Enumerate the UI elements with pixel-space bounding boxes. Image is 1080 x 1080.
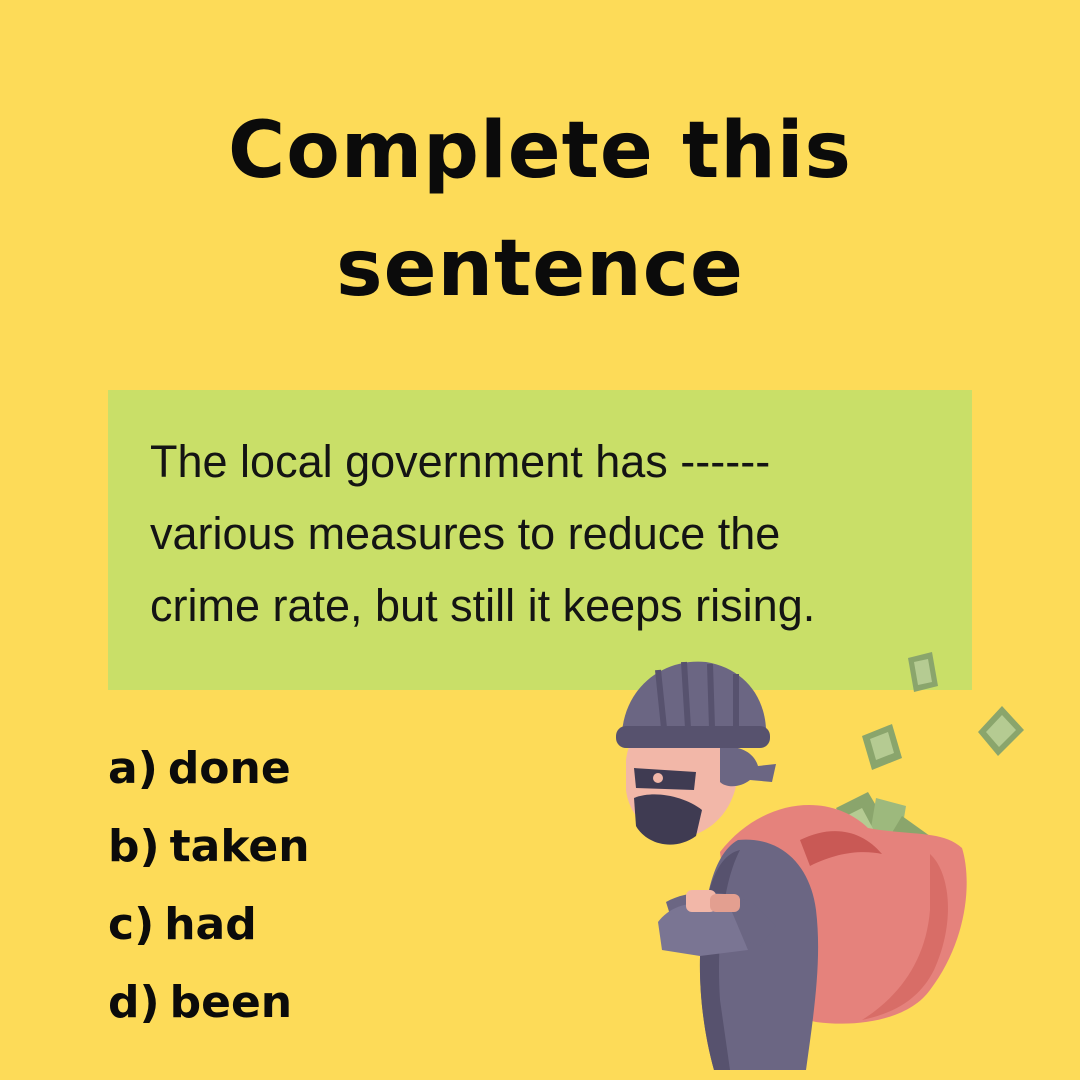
option-text: had — [164, 899, 257, 950]
flying-banknote-icon — [908, 652, 938, 692]
option-a[interactable]: a) done — [108, 730, 310, 808]
thief-with-money-bag-icon — [616, 652, 1024, 1070]
option-d[interactable]: d) been — [108, 964, 310, 1042]
option-text: been — [169, 977, 293, 1028]
title-line-2: sentence — [336, 224, 744, 314]
option-c[interactable]: c) had — [108, 886, 310, 964]
sentence-line-1: The local government has ------ — [150, 436, 771, 487]
option-letter: b) — [108, 821, 160, 872]
option-text: taken — [169, 821, 310, 872]
thief-body-icon — [658, 839, 819, 1070]
option-b[interactable]: b) taken — [108, 808, 310, 886]
flying-banknote-icon — [862, 724, 902, 770]
flying-banknote-icon — [978, 706, 1024, 756]
sentence-line-2: various measures to reduce the — [150, 508, 781, 559]
answer-options: a) done b) taken c) had d) been — [108, 730, 310, 1042]
beanie-hat-icon — [616, 661, 770, 748]
option-text: done — [167, 743, 291, 794]
option-letter: a) — [108, 743, 158, 794]
page-title: Complete this sentence — [0, 92, 1080, 328]
title-line-1: Complete this — [228, 106, 852, 196]
option-letter: c) — [108, 899, 155, 950]
option-letter: d) — [108, 977, 160, 1028]
question-sentence: The local government has ------ various … — [150, 426, 950, 642]
sentence-line-3: crime rate, but still it keeps rising. — [150, 580, 816, 631]
